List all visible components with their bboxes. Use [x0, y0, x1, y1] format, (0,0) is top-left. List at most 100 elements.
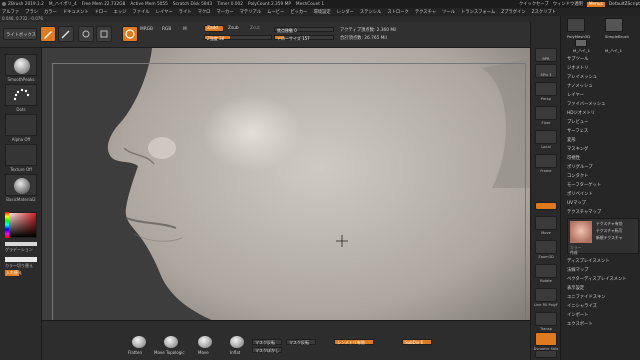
palette-item[interactable]: エクスポート: [567, 321, 593, 327]
texture-transfer-button[interactable]: テクスチャ転写: [596, 228, 622, 234]
zcut-button[interactable]: Zcut: [250, 26, 260, 31]
switch-color-label[interactable]: カラー切り替え: [0, 263, 42, 269]
menu-item[interactable]: 環境設定: [313, 9, 330, 15]
new-texture-button[interactable]: 新規テクスチャ: [596, 235, 622, 241]
menus-button[interactable]: Menus: [586, 1, 605, 7]
palette-item[interactable]: ディスプレイスメント: [567, 258, 610, 264]
floor-button[interactable]: [535, 106, 557, 120]
menu-item[interactable]: トランスフォーム: [461, 9, 495, 15]
palette-item[interactable]: ジオメトリ: [567, 65, 588, 71]
rotate-view-button[interactable]: [535, 264, 557, 278]
mesh-tool-thumb-1[interactable]: [575, 39, 587, 47]
zadd-button[interactable]: Zadd: [204, 25, 224, 32]
menu-item[interactable]: ストローク: [387, 9, 408, 15]
move-mode-button[interactable]: [78, 26, 94, 42]
palette-item[interactable]: ポリペイント: [567, 191, 593, 197]
palette-item[interactable]: ユニファイドスキン: [567, 294, 606, 300]
rgb-button[interactable]: RGB: [162, 27, 171, 32]
local-button[interactable]: [535, 130, 557, 144]
mask-invert-button[interactable]: マスク反転: [252, 339, 282, 345]
menu-item[interactable]: マテリアル: [240, 9, 261, 15]
zsub-button[interactable]: Zsub: [228, 26, 239, 31]
palette-item[interactable]: イニシャライズ: [567, 303, 597, 309]
palette-item[interactable]: 可視性: [567, 155, 580, 161]
alpha-selector[interactable]: [5, 114, 37, 136]
mask-blur-button[interactable]: マスクぼかし: [252, 347, 282, 353]
menu-item[interactable]: ライト: [179, 9, 192, 15]
palette-item[interactable]: UVマップ: [567, 200, 586, 206]
palette-item[interactable]: マスキング: [567, 146, 588, 152]
material-selector[interactable]: [5, 174, 37, 196]
document-canvas[interactable]: [42, 48, 530, 348]
palette-item[interactable]: テクスチャマップ: [567, 209, 601, 215]
menu-item[interactable]: ツール: [442, 9, 455, 15]
move-brush-icon[interactable]: [198, 336, 212, 348]
inflat-brush-icon[interactable]: [230, 336, 244, 348]
menu-item[interactable]: マーカー: [216, 9, 233, 15]
default-zscript-button[interactable]: DefaultZScript: [609, 2, 640, 7]
palette-item[interactable]: アレイメッシュ: [567, 74, 597, 80]
menu-item[interactable]: カラー: [44, 9, 57, 15]
palette-item[interactable]: インポート: [567, 312, 588, 318]
rotate-mode-button[interactable]: [122, 26, 138, 42]
symmetry-toggle[interactable]: シンメトリ有効: [334, 339, 374, 345]
texture-selector[interactable]: [5, 144, 37, 166]
menu-item[interactable]: レイヤー: [156, 9, 173, 15]
menu-item[interactable]: ファイル: [132, 9, 149, 15]
main-color-swatch[interactable]: [5, 257, 37, 262]
alternate-button[interactable]: 入れ替え: [5, 270, 22, 276]
draw-mode-button[interactable]: [58, 26, 74, 42]
palette-item[interactable]: モーフターゲット: [567, 182, 601, 188]
frame-button[interactable]: [535, 154, 557, 168]
quicksave-button[interactable]: クイックセーブ: [519, 1, 549, 7]
m-button[interactable]: M: [183, 27, 187, 32]
window-transparency-button[interactable]: ウィンドウ透明: [553, 1, 583, 7]
palette-item[interactable]: 表示設定: [567, 285, 584, 291]
mask-clear-button[interactable]: マスク反転: [286, 339, 316, 345]
zoom-view-button[interactable]: [535, 240, 557, 254]
flatten-brush-icon[interactable]: [132, 336, 146, 348]
focal-shift-slider[interactable]: 焦点移動 0: [274, 27, 334, 33]
mrgb-button[interactable]: MRGB: [140, 27, 153, 32]
menu-item[interactable]: ピッカー: [290, 9, 307, 15]
menu-item[interactable]: ステンシル: [360, 9, 381, 15]
menu-item[interactable]: ブラシ: [25, 9, 38, 15]
polyf-button[interactable]: [535, 288, 557, 302]
palette-item[interactable]: ポリグループ: [567, 164, 593, 170]
palette-item[interactable]: サーフェス: [567, 128, 588, 134]
palette-item[interactable]: ベクターディスプレイスメント: [567, 276, 627, 282]
palette-item[interactable]: 法線マップ: [567, 267, 588, 273]
menu-item[interactable]: Zプラグイン: [501, 9, 525, 15]
solo-button[interactable]: [535, 332, 557, 346]
palette-item[interactable]: ナノメッシュ: [567, 83, 593, 89]
palette-item[interactable]: ファイバーメッシュ: [567, 101, 605, 107]
hue-strip[interactable]: [5, 212, 9, 238]
palette-item[interactable]: コンタクト: [567, 173, 588, 179]
polymesh-tool-thumb[interactable]: [567, 18, 585, 32]
z-intensity-slider[interactable]: Z強度 38: [204, 35, 272, 41]
edit-mode-button[interactable]: [40, 26, 56, 42]
menu-item[interactable]: Zスクリプト: [532, 9, 556, 15]
texture-map-thumb[interactable]: [570, 221, 592, 243]
menu-item[interactable]: アルファ: [2, 9, 19, 15]
texture-on-button[interactable]: テクスチャ有効: [596, 221, 622, 227]
menu-item[interactable]: エッジ: [114, 9, 127, 15]
palette-item[interactable]: プレビュー: [567, 119, 588, 125]
persp-button[interactable]: [535, 82, 557, 96]
subdiv-slider[interactable]: SubDiv 6: [402, 339, 432, 345]
transp-button[interactable]: [535, 312, 557, 326]
lightbox-button[interactable]: ライトボックス: [3, 28, 37, 40]
palette-item[interactable]: レイヤー: [567, 92, 584, 98]
palette-item[interactable]: HDジオメトリ: [567, 110, 595, 116]
active-shelf-toggle[interactable]: [535, 202, 557, 210]
move-view-button[interactable]: [535, 216, 557, 230]
stroke-selector[interactable]: [5, 84, 37, 106]
texture-create-button[interactable]: 作成: [570, 250, 578, 256]
menu-item[interactable]: レンダー: [337, 9, 354, 15]
menu-item[interactable]: ドキュメント: [63, 9, 89, 15]
menu-item[interactable]: マクロ: [198, 9, 211, 15]
brush-selector[interactable]: [5, 54, 37, 76]
palette-item[interactable]: 変形: [567, 137, 576, 143]
simplebrush-tool-thumb[interactable]: [605, 18, 623, 32]
xpose-button[interactable]: [535, 350, 557, 358]
